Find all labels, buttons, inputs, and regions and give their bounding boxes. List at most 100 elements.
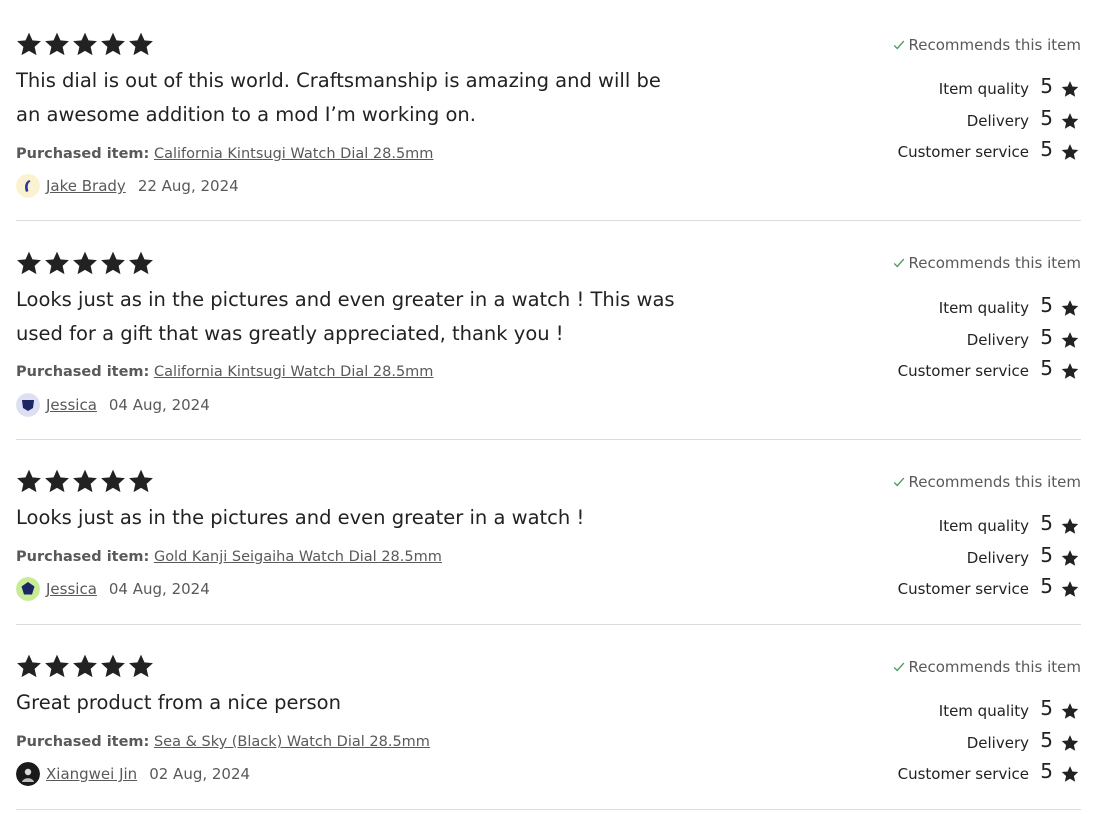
star-icon xyxy=(128,653,154,679)
purchased-item-link[interactable]: Gold Kanji Seigaiha Watch Dial 28.5mm xyxy=(154,549,442,565)
star-icon xyxy=(1061,300,1079,316)
pentagon-avatar-icon[interactable] xyxy=(16,577,40,601)
star-icon xyxy=(128,250,154,276)
recommends-badge: Recommends this item xyxy=(892,473,1082,491)
star-icon xyxy=(72,653,98,679)
reviewer-name[interactable]: Xiangwei Jin xyxy=(46,765,137,783)
rating-customer-service: Customer service 5 xyxy=(781,759,1081,791)
star-icon xyxy=(1061,549,1079,566)
purchased-item-label: Purchased item: xyxy=(16,146,150,162)
review-card: Looks just as in the pictures and even g… xyxy=(16,440,1081,625)
star-rating xyxy=(16,31,154,57)
rating-value: 5 xyxy=(1040,137,1053,161)
recommends-badge: Recommends this item xyxy=(892,36,1082,54)
reviewer-name[interactable]: Jessica xyxy=(46,580,97,598)
check-icon xyxy=(893,40,904,50)
rating-value: 5 xyxy=(1040,696,1053,720)
rating-delivery: Delivery 5 xyxy=(781,106,1081,138)
purchased-item: Purchased item: Sea & Sky (Black) Watch … xyxy=(16,734,430,750)
star-icon xyxy=(44,31,70,57)
star-icon xyxy=(128,31,154,57)
review-text: This dial is out of this world. Craftsma… xyxy=(16,69,661,126)
rating-value: 5 xyxy=(1040,542,1053,567)
purchased-item: Purchased item: California Kintsugi Watc… xyxy=(16,146,433,162)
recommends-badge: Recommends this item xyxy=(892,254,1082,272)
purchased-item-label: Purchased item: xyxy=(16,734,150,750)
rating-item-quality: Item quality 5 xyxy=(781,74,1081,106)
reviewer-info: Jessica 04 Aug, 2024 xyxy=(16,393,210,417)
star-icon xyxy=(1061,518,1079,534)
rating-label: Delivery xyxy=(966,733,1029,752)
review-text: Looks just as in the pictures and even g… xyxy=(16,288,675,345)
rating-value: 5 xyxy=(1040,727,1053,752)
recommends-label: Recommends this item xyxy=(908,36,1082,54)
rating-value: 5 xyxy=(1040,356,1053,380)
reviewer-name[interactable]: Jessica xyxy=(46,396,97,414)
star-icon xyxy=(128,468,154,494)
star-icon xyxy=(16,468,42,494)
rating-item-quality: Item quality 5 xyxy=(781,696,1081,728)
rating-value: 5 xyxy=(1040,324,1053,349)
rating-label: Item quality xyxy=(938,80,1029,98)
star-icon xyxy=(16,653,42,679)
star-icon xyxy=(1061,581,1079,597)
star-rating xyxy=(16,653,154,679)
check-icon xyxy=(893,258,904,268)
rating-value: 5 xyxy=(1040,511,1053,535)
star-icon xyxy=(72,250,98,276)
rating-item-quality: Item quality 5 xyxy=(781,293,1081,325)
review-date: 04 Aug, 2024 xyxy=(108,580,210,598)
review-date: 22 Aug, 2024 xyxy=(137,177,239,195)
star-icon xyxy=(1061,112,1079,129)
review-date: 02 Aug, 2024 xyxy=(149,765,251,783)
sub-ratings: Item quality 5 Delivery 5 Customer servi… xyxy=(781,696,1081,791)
rating-customer-service: Customer service 5 xyxy=(781,137,1081,169)
rating-label: Item quality xyxy=(938,299,1029,317)
reviewer-name[interactable]: Jake Brady xyxy=(46,177,126,195)
rating-value: 5 xyxy=(1040,574,1053,598)
review-date: 04 Aug, 2024 xyxy=(108,396,210,414)
rating-value: 5 xyxy=(1040,759,1053,783)
reviewer-info: Xiangwei Jin 02 Aug, 2024 xyxy=(16,762,250,786)
star-rating xyxy=(16,468,154,494)
recommends-label: Recommends this item xyxy=(908,473,1082,491)
purchased-item: Purchased item: California Kintsugi Watc… xyxy=(16,364,433,380)
rating-label: Customer service xyxy=(897,765,1029,783)
rating-delivery: Delivery 5 xyxy=(781,728,1081,760)
rating-label: Item quality xyxy=(938,517,1029,535)
purchased-item-link[interactable]: Sea & Sky (Black) Watch Dial 28.5mm xyxy=(154,734,430,750)
star-icon xyxy=(72,31,98,57)
recommends-label: Recommends this item xyxy=(908,254,1082,272)
rating-customer-service: Customer service 5 xyxy=(781,356,1081,388)
purchased-item-link[interactable]: California Kintsugi Watch Dial 28.5mm xyxy=(154,364,433,380)
star-icon xyxy=(1061,766,1079,782)
star-icon xyxy=(44,653,70,679)
crescent-avatar-icon[interactable] xyxy=(16,174,40,198)
rating-label: Delivery xyxy=(966,111,1029,130)
star-icon xyxy=(100,468,126,494)
sub-ratings: Item quality 5 Delivery 5 Customer servi… xyxy=(781,511,1081,606)
star-icon xyxy=(100,250,126,276)
star-icon xyxy=(16,31,42,57)
review-text: Great product from a nice person xyxy=(16,691,341,714)
rating-label: Customer service xyxy=(897,362,1029,380)
star-icon xyxy=(16,250,42,276)
rating-label: Item quality xyxy=(938,702,1029,720)
photo-avatar-icon[interactable] xyxy=(16,762,40,786)
reviewer-info: Jake Brady 22 Aug, 2024 xyxy=(16,174,239,198)
shield-avatar-icon[interactable] xyxy=(16,393,40,417)
reviewer-info: Jessica 04 Aug, 2024 xyxy=(16,577,210,601)
star-icon xyxy=(100,31,126,57)
rating-value: 5 xyxy=(1040,293,1053,317)
review-card: This dial is out of this world. Craftsma… xyxy=(16,0,1081,221)
star-icon xyxy=(44,468,70,494)
sub-ratings: Item quality 5 Delivery 5 Customer servi… xyxy=(781,293,1081,388)
rating-delivery: Delivery 5 xyxy=(781,325,1081,357)
check-icon xyxy=(893,662,904,672)
star-icon xyxy=(100,653,126,679)
star-icon xyxy=(72,468,98,494)
check-icon xyxy=(893,477,904,487)
recommends-label: Recommends this item xyxy=(908,658,1082,676)
rating-item-quality: Item quality 5 xyxy=(781,511,1081,543)
purchased-item-link[interactable]: California Kintsugi Watch Dial 28.5mm xyxy=(154,146,433,162)
